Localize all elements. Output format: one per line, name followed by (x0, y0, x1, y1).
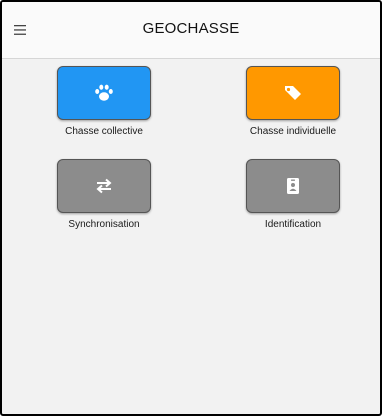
chasse-collective-button[interactable] (57, 66, 151, 120)
synchronisation-tile[interactable]: Synchronisation (56, 159, 152, 230)
chasse-collective-tile[interactable]: Chasse collective (56, 66, 152, 137)
identification-label: Identification (264, 219, 322, 230)
chasse-individuelle-label: Chasse individuelle (249, 126, 337, 137)
app-title: GEOCHASSE (142, 20, 240, 37)
identification-button[interactable] (246, 159, 340, 213)
synchronisation-label: Synchronisation (68, 219, 140, 230)
chasse-collective-label: Chasse collective (65, 126, 143, 137)
tag-icon (285, 86, 301, 100)
synchronisation-button[interactable] (57, 159, 151, 213)
paw-icon (95, 84, 113, 101)
app-bar: GEOCHASSE (2, 2, 380, 59)
identification-tile[interactable]: Identification (245, 159, 341, 230)
chasse-individuelle-tile[interactable]: Chasse individuelle (245, 66, 341, 137)
swap-arrows-icon (96, 178, 112, 194)
chasse-individuelle-button[interactable] (246, 66, 340, 120)
id-badge-icon (287, 178, 299, 194)
app-frame: GEOCHASSE Chasse collective Chasse indiv… (0, 0, 382, 416)
